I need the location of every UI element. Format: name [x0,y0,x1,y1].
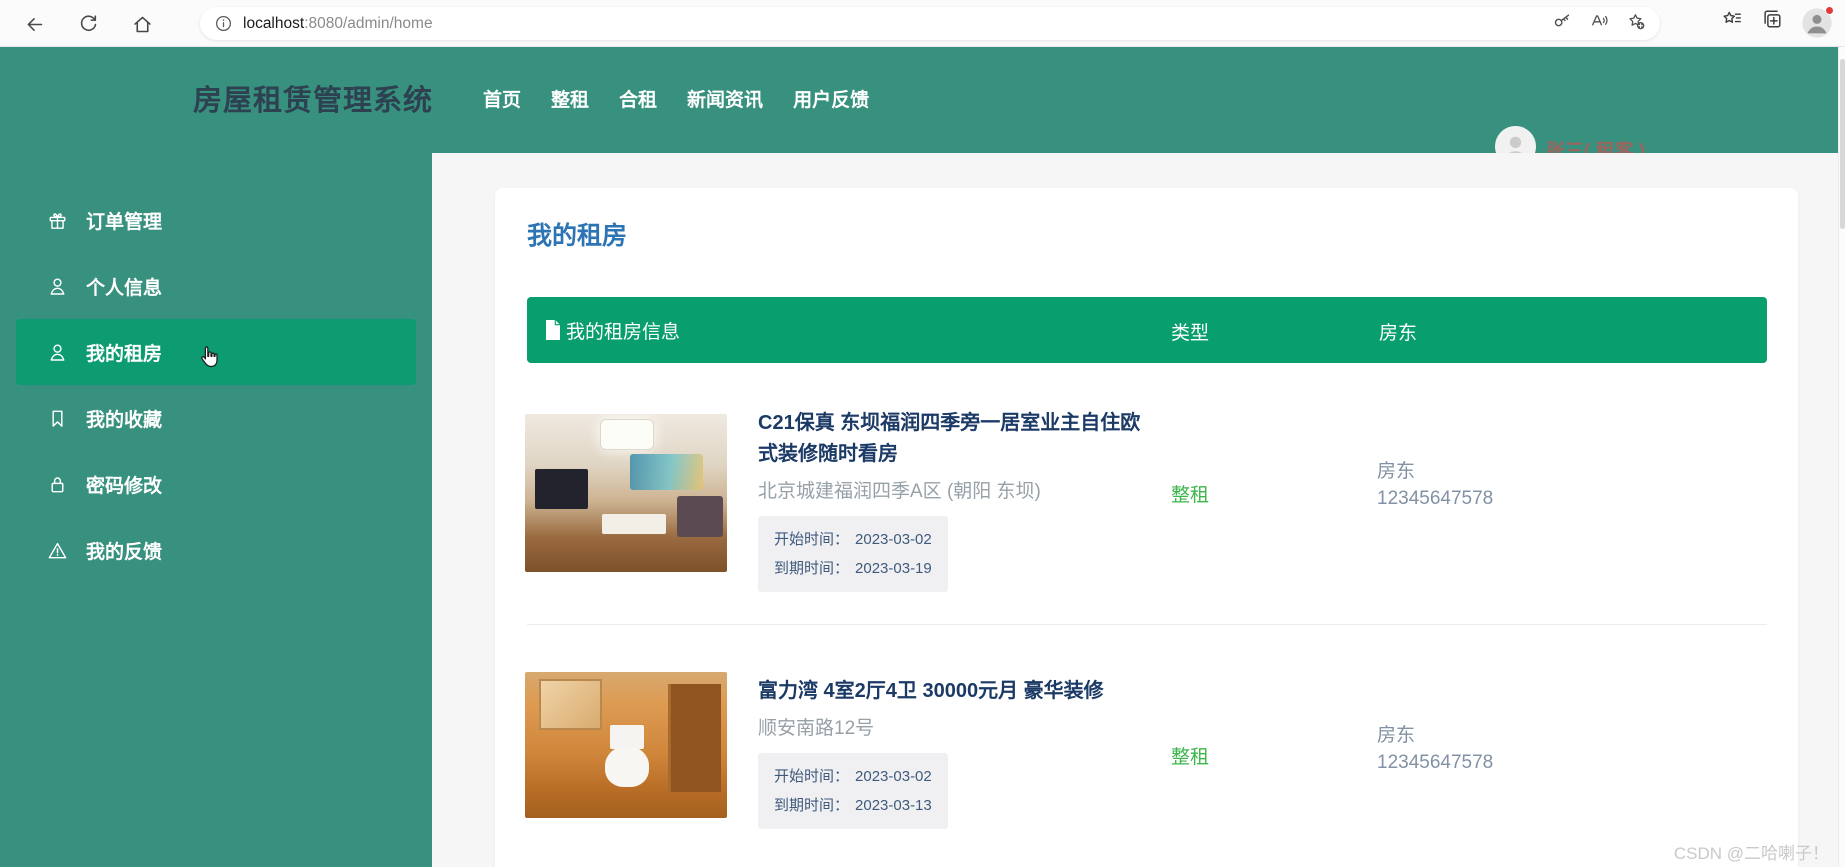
csdn-watermark: CSDN @二哈喇子！ [1673,844,1829,863]
end-date-value: 2023-03-13 [855,797,932,814]
sidebar: 订单管理 个人信息 我的租房 我的收藏 密码修改 我的反馈 [0,153,432,867]
landlord-label: 房东 [1377,461,1416,482]
browser-toolbar: localhost:8080/admin/home [0,0,1845,47]
end-date-value: 2023-03-19 [855,560,932,577]
nav-news[interactable]: 新闻资讯 [687,85,763,112]
listing-row[interactable]: C21保真 东坝福润四季旁一居室业主自住欧式装修随时看房 北京城建福润四季A区 … [495,398,1798,624]
landlord-label: 房东 [1377,725,1416,746]
sidebar-item-order-management[interactable]: 订单管理 [16,187,416,253]
browser-profile-avatar[interactable] [1801,6,1834,39]
table-header-type: 类型 [1171,323,1210,344]
sidebar-label: 我的反馈 [86,541,163,563]
collections-icon[interactable] [1761,8,1783,35]
listing-landlord: 房东 12345647578 [1377,722,1493,776]
table-header: 我的租房信息 类型 房东 [527,297,1767,363]
favorites-icon[interactable] [1721,8,1743,35]
sidebar-item-my-favorites[interactable]: 我的收藏 [16,385,416,451]
lock-icon [51,476,64,492]
user-icon [50,343,65,361]
listing-row[interactable]: 富力湾 4室2厅4卫 30000元月 豪华装修 顺安南路12号 开始时间： 202… [495,658,1798,867]
start-date-value: 2023-03-02 [855,531,932,548]
profile-notification-dot [1825,6,1834,15]
listing-type: 整租 [1171,747,1210,768]
listing-photo-living-room[interactable] [525,414,727,572]
end-date-label: 到期时间： [774,797,850,814]
site-info-icon[interactable] [214,14,233,33]
home-icon[interactable] [126,8,158,40]
address-bar[interactable]: localhost:8080/admin/home [200,7,1660,40]
warning-icon [48,542,67,558]
listing-landlord: 房东 12345647578 [1377,458,1493,512]
listing-type: 整租 [1171,485,1210,506]
url-host: localhost [243,14,305,32]
gift-icon [49,212,66,229]
nav-whole-rent[interactable]: 整租 [551,85,589,112]
user-icon [50,277,65,295]
sidebar-label: 我的租房 [86,343,163,365]
url-path: :8080/admin/home [304,14,433,32]
start-date-label: 开始时间： [774,531,850,548]
landlord-phone: 12345647578 [1377,752,1494,773]
screenshot-stage: localhost:8080/admin/home 房屋租赁管理系统 首页 整租… [0,0,1845,867]
url-text[interactable]: localhost:8080/admin/home [243,15,433,33]
scrollbar-thumb[interactable] [1840,59,1845,229]
sidebar-item-my-rentals[interactable]: 我的租房 [16,319,416,385]
page-scrollbar[interactable] [1838,47,1845,867]
nav-home[interactable]: 首页 [483,85,521,112]
end-date-label: 到期时间： [774,560,850,577]
sidebar-label: 我的收藏 [86,409,163,431]
back-icon[interactable] [18,8,50,40]
listing-photo-bathroom[interactable] [525,672,727,818]
nav-feedback[interactable]: 用户反馈 [793,85,869,112]
page-title: 我的租房 [527,222,628,250]
landlord-phone: 12345647578 [1377,488,1494,509]
app-title: 房屋租赁管理系统 [193,85,434,117]
sidebar-item-change-password[interactable]: 密码修改 [16,451,416,517]
listing-title[interactable]: 富力湾 4室2厅4卫 30000元月 豪华装修 [758,676,1146,707]
refresh-icon[interactable] [72,8,104,40]
sidebar-label: 订单管理 [86,211,163,233]
sidebar-label: 个人信息 [86,277,163,299]
sidebar-item-profile[interactable]: 个人信息 [16,253,416,319]
read-aloud-icon[interactable] [1589,11,1609,36]
nav-shared-rent[interactable]: 合租 [619,85,657,112]
listing-dates: 开始时间： 2023-03-02 到期时间： 2023-03-13 [758,753,948,829]
row-divider [527,624,1767,625]
password-key-icon[interactable] [1552,11,1572,36]
sidebar-label: 密码修改 [86,475,163,497]
add-favorite-star-icon[interactable] [1626,11,1646,36]
document-icon [545,320,561,340]
main-content: 我的租房 我的租房信息 类型 房东 C21保真 东坝福润四季旁一居室业主自住欧式… [432,153,1838,867]
listing-dates: 开始时间： 2023-03-02 到期时间： 2023-03-19 [758,516,948,592]
listing-address: 顺安南路12号 [758,718,875,739]
listing-address: 北京城建福润四季A区 (朝阳 东坝) [758,481,1041,502]
table-header-landlord: 房东 [1379,323,1418,344]
start-date-value: 2023-03-02 [855,768,932,785]
my-rentals-card: 我的租房 我的租房信息 类型 房东 C21保真 东坝福润四季旁一居室业主自住欧式… [495,188,1798,867]
top-navigation: 首页 整租 合租 新闻资讯 用户反馈 [483,85,869,112]
table-header-info: 我的租房信息 [566,321,681,343]
start-date-label: 开始时间： [774,768,850,785]
sidebar-item-my-feedback[interactable]: 我的反馈 [16,517,416,583]
listing-title[interactable]: C21保真 东坝福润四季旁一居室业主自住欧式装修随时看房 [758,408,1146,470]
bookmark-icon [52,410,63,427]
app-header: 房屋租赁管理系统 首页 整租 合租 新闻资讯 用户反馈 张三( 租客 ) [0,47,1838,167]
